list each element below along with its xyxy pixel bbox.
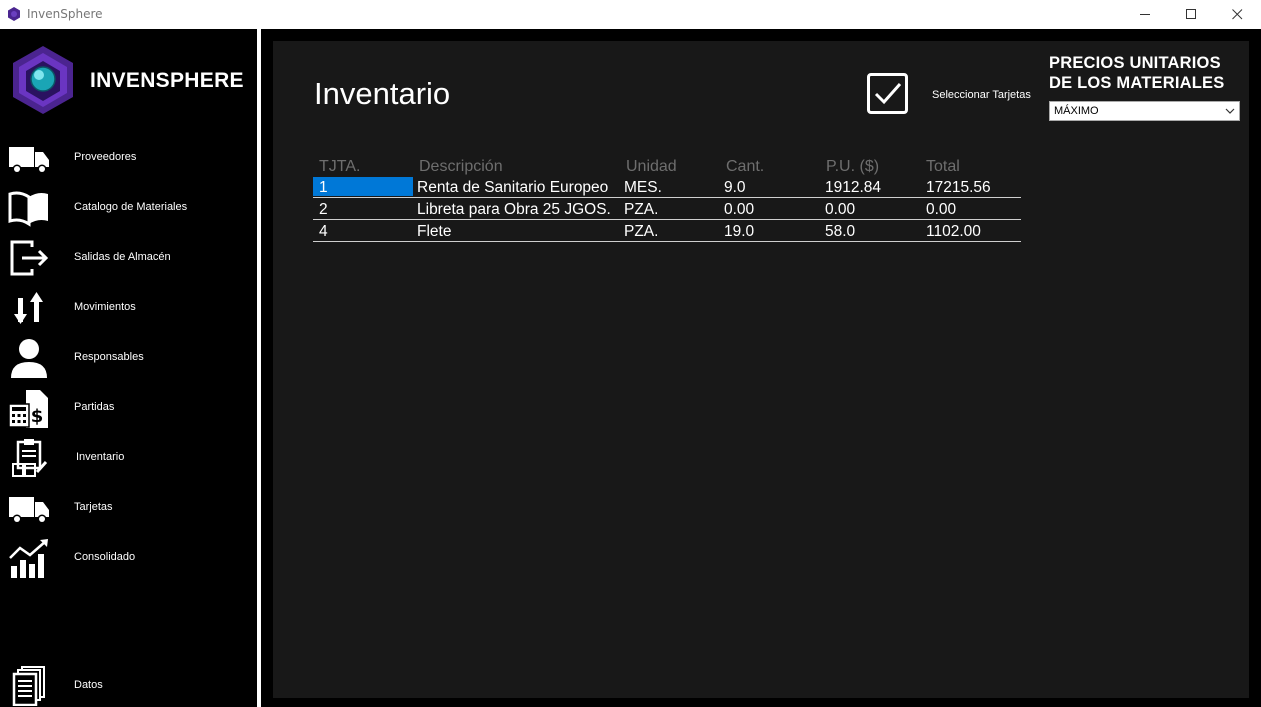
column-header-total[interactable]: Total <box>926 158 960 176</box>
sidebar-item-label: Tarjetas <box>74 501 113 513</box>
truck-icon <box>9 147 49 174</box>
minimize-button[interactable] <box>1122 0 1168 29</box>
maximize-icon <box>1186 9 1196 19</box>
cell-pu[interactable]: 0.00 <box>825 201 855 219</box>
maximize-button[interactable] <box>1168 0 1214 29</box>
column-header-pu[interactable]: P.U. ($) <box>826 158 879 176</box>
truck-icon <box>9 497 49 524</box>
prices-dropdown-value: MÁXIMO <box>1054 105 1099 117</box>
sidebar-item-label: Inventario <box>76 451 125 463</box>
inventory-table: TJTA. Descripción Unidad Cant. P.U. ($) … <box>313 156 1021 242</box>
chevron-down-icon <box>1225 108 1235 114</box>
sidebar-item-label: Partidas <box>74 401 115 413</box>
cell-descripcion[interactable]: Renta de Sanitario Europeo <box>417 179 608 197</box>
sidebar-item-label: Catalogo de Materiales <box>74 201 188 213</box>
column-header-tjta[interactable]: TJTA. <box>319 158 360 176</box>
cell-cant[interactable]: 19.0 <box>724 223 754 241</box>
prices-dropdown[interactable]: MÁXIMO <box>1049 101 1240 121</box>
sidebar-item-consolidado[interactable]: Consolidado <box>0 535 257 581</box>
checkmark-icon <box>874 83 902 105</box>
sidebar-item-tarjetas[interactable]: Tarjetas <box>0 485 257 531</box>
selected-cell-highlight <box>313 177 413 196</box>
cell-total[interactable]: 1102.00 <box>926 223 981 241</box>
select-cards-label: Seleccionar Tarjetas <box>932 89 1031 101</box>
hexagon-logo-icon <box>13 46 73 114</box>
sidebar-item-salidas[interactable]: Salidas de Almacén <box>0 235 257 281</box>
minimize-icon <box>1140 14 1150 15</box>
cell-tjta[interactable]: 4 <box>319 223 328 241</box>
calculator-dollar-icon: $ <box>8 390 48 428</box>
sidebar-item-label: Movimientos <box>74 301 136 313</box>
cell-unidad[interactable]: MES. <box>624 179 662 197</box>
prices-heading: PRECIOS UNITARIOS DE LOS MATERIALES <box>1049 53 1241 93</box>
sidebar-item-label: Consolidado <box>74 551 136 563</box>
cell-tjta[interactable]: 2 <box>319 201 328 219</box>
cell-descripcion[interactable]: Flete <box>417 223 451 241</box>
sidebar: INVENSPHERE Proveedores Catalogo de Mate… <box>0 29 257 707</box>
select-cards-checkbox[interactable] <box>867 73 908 114</box>
cell-cant[interactable]: 9.0 <box>724 179 746 197</box>
cell-unidad[interactable]: PZA. <box>624 223 658 241</box>
close-icon <box>1232 9 1243 20</box>
prices-heading-line2: DE LOS MATERIALES <box>1049 74 1225 92</box>
cell-descripcion[interactable]: Libreta para Obra 25 JGOS. <box>417 201 611 219</box>
table-row[interactable]: 4 Flete PZA. 19.0 58.0 1102.00 <box>313 220 1021 242</box>
prices-heading-line1: PRECIOS UNITARIOS <box>1049 54 1221 72</box>
bar-chart-trend-icon <box>9 539 48 578</box>
hexagon-logo-icon <box>8 7 20 21</box>
main-area: Inventario Seleccionar Tarjetas PRECIOS … <box>261 29 1261 707</box>
up-down-arrows-icon <box>14 292 43 324</box>
cell-unidad[interactable]: PZA. <box>624 201 658 219</box>
sidebar-item-inventario[interactable]: Inventario <box>0 435 257 481</box>
table-header: TJTA. Descripción Unidad Cant. P.U. ($) … <box>313 156 1021 176</box>
cell-cant[interactable]: 0.00 <box>724 201 754 219</box>
sidebar-item-movimientos[interactable]: Movimientos <box>0 285 257 331</box>
book-icon <box>8 191 48 227</box>
page-title: Inventario <box>314 76 451 111</box>
window-title: InvenSphere <box>27 7 103 21</box>
inventory-panel: Inventario Seleccionar Tarjetas PRECIOS … <box>273 41 1249 698</box>
clipboard-boxes-icon <box>12 439 48 477</box>
cell-pu[interactable]: 58.0 <box>825 223 855 241</box>
window-titlebar: InvenSphere <box>0 0 1261 29</box>
column-header-unidad[interactable]: Unidad <box>626 158 677 176</box>
column-header-descripcion[interactable]: Descripción <box>419 158 503 176</box>
sidebar-item-label: Responsables <box>74 351 144 363</box>
sidebar-item-label: Proveedores <box>74 151 137 163</box>
sidebar-item-responsables[interactable]: Responsables <box>0 335 257 381</box>
table-row[interactable]: 2 Libreta para Obra 25 JGOS. PZA. 0.00 0… <box>313 198 1021 220</box>
sidebar-item-catalogo[interactable]: Catalogo de Materiales <box>0 185 257 231</box>
documents-icon <box>12 666 45 706</box>
sidebar-item-proveedores[interactable]: Proveedores <box>0 135 257 181</box>
sidebar-item-partidas[interactable]: $ Partidas <box>0 385 257 431</box>
exit-icon <box>10 240 49 276</box>
close-button[interactable] <box>1214 0 1260 29</box>
table-row[interactable]: 1 Renta de Sanitario Europeo MES. 9.0 19… <box>313 176 1021 198</box>
cell-tjta[interactable]: 1 <box>319 179 328 197</box>
cell-total[interactable]: 17215.56 <box>926 179 991 197</box>
sidebar-item-datos[interactable]: Datos <box>0 663 257 707</box>
cell-total[interactable]: 0.00 <box>926 201 956 219</box>
brand-name: INVENSPHERE <box>90 69 244 92</box>
cell-pu[interactable]: 1912.84 <box>825 179 881 197</box>
column-header-cant[interactable]: Cant. <box>726 158 764 176</box>
svg-text:$: $ <box>31 406 44 427</box>
sidebar-item-label: Salidas de Almacén <box>74 251 171 263</box>
person-icon <box>11 339 47 378</box>
sidebar-item-label: Datos <box>74 679 103 691</box>
